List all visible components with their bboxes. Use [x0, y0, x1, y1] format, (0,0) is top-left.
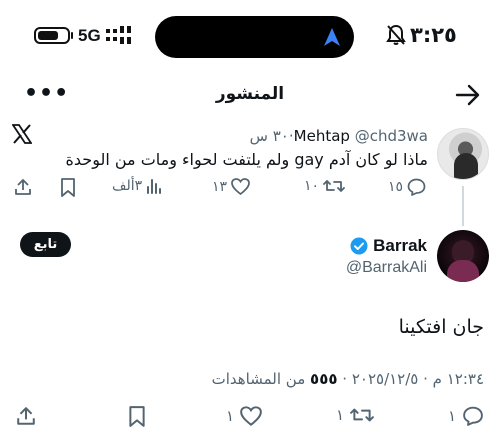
author-name[interactable]: Mehtap	[294, 127, 350, 145]
tweet-text: ماذا لو كان آدم gay ولم يلتفت لحواء ومات…	[65, 150, 428, 169]
retweet-count: ١	[336, 406, 345, 424]
retweet-icon	[323, 180, 345, 192]
tweet-actions: ١ ١ ١	[0, 406, 500, 434]
status-bar: 5G ٣:٢٥	[0, 0, 500, 70]
bookmark-icon	[61, 178, 75, 197]
avatar[interactable]	[437, 230, 489, 282]
page-title: المنشور	[215, 84, 285, 104]
avatar[interactable]	[437, 128, 489, 180]
share-icon	[17, 407, 35, 425]
tweet-actions: ٣ألف ١٣ ١٠ ١٥	[0, 178, 500, 202]
x-logo-icon	[12, 124, 32, 144]
signal-icon	[106, 26, 131, 44]
timestamp-text: ١٢:٣٤ م · ٢٠٢٥/١٢/٥ ·	[342, 370, 484, 388]
follow-button[interactable]: تابع	[20, 232, 71, 257]
clock: ٣:٢٥	[410, 23, 457, 47]
reply-button[interactable]: ١	[448, 406, 484, 426]
share-button[interactable]	[16, 406, 36, 426]
retweet-button[interactable]: ١	[336, 406, 374, 424]
retweet-count: ١٠	[304, 178, 320, 194]
like-count: ١	[226, 407, 235, 425]
bookmark-button[interactable]	[128, 406, 146, 427]
author-name-row: Barrak	[350, 236, 427, 256]
author-name[interactable]: Barrak	[373, 236, 427, 256]
tweet-text: جان افتكينا	[398, 316, 484, 338]
reply-button[interactable]: ١٥	[388, 178, 426, 196]
post-header: المنشور •••	[0, 78, 500, 118]
tweet-meta: Mehtap @chd3wa·٣٠ س	[250, 127, 428, 145]
tweet-time: ٣٠ س	[249, 127, 289, 145]
dynamic-island	[155, 16, 354, 58]
views-count: ٣ألف	[112, 178, 143, 194]
battery-icon	[34, 27, 70, 44]
author-handle[interactable]: @chd3wa	[355, 127, 428, 145]
like-icon	[240, 406, 262, 426]
retweet-icon	[350, 408, 374, 422]
bookmark-button[interactable]	[60, 178, 76, 197]
like-button[interactable]: ١٣	[212, 178, 250, 195]
bell-off-icon	[386, 24, 406, 45]
author-handle[interactable]: @BarrakAli	[346, 259, 427, 277]
retweet-button[interactable]: ١٠	[304, 178, 345, 194]
like-icon	[231, 178, 250, 195]
verified-icon	[350, 237, 368, 255]
views-icon	[147, 179, 162, 194]
views-count: ٥٥٥	[310, 370, 338, 388]
arrow-back-icon[interactable]	[455, 84, 481, 106]
share-button[interactable]	[14, 178, 32, 196]
bookmark-icon	[129, 406, 145, 427]
like-count: ١٣	[212, 178, 228, 195]
views-label: من المشاهدات	[211, 370, 306, 388]
reply-count: ١	[448, 407, 457, 425]
views-button[interactable]: ٣ألف	[112, 178, 162, 194]
share-icon	[15, 179, 31, 195]
battery-cap	[71, 32, 73, 39]
tweet-timestamp: ١٢:٣٤ م · ٢٠٢٥/١٢/٥ · ٥٥٥ من المشاهدات	[212, 370, 484, 388]
like-button[interactable]: ١	[226, 406, 262, 426]
location-arrow-icon	[324, 28, 340, 46]
more-options-button[interactable]: •••	[24, 83, 69, 105]
reply-count: ١٥	[388, 179, 404, 195]
reply-icon	[463, 406, 483, 426]
network-type: 5G	[78, 26, 101, 45]
reply-icon	[407, 178, 426, 196]
